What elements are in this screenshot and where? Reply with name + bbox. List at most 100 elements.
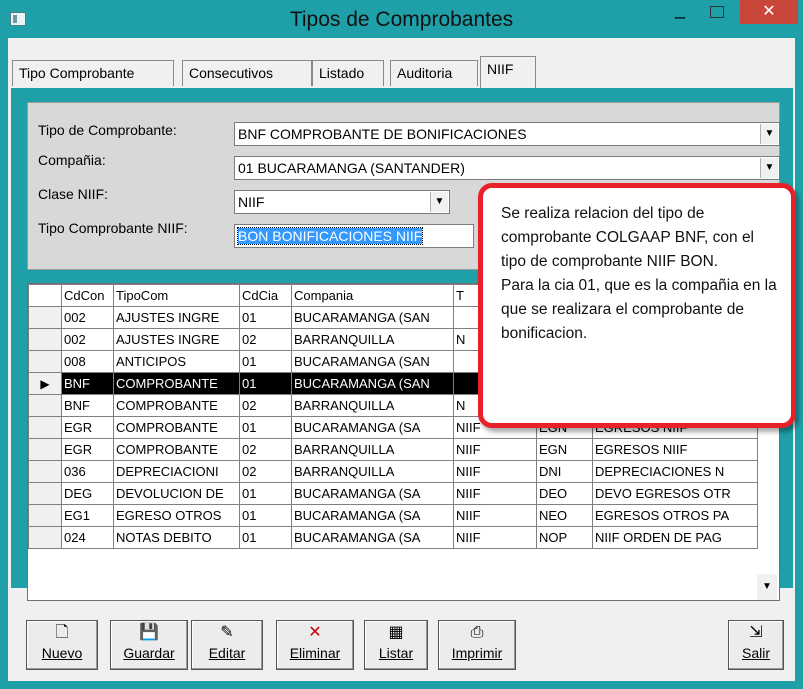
row-indicator[interactable] <box>28 504 62 527</box>
column-header[interactable]: CdCia <box>239 284 292 307</box>
table-cell[interactable]: 01 <box>239 526 292 549</box>
tab-niif[interactable]: NIIF <box>480 56 536 88</box>
table-cell[interactable]: 01 <box>239 416 292 439</box>
table-row[interactable]: DEG DEVOLUCION DE 01 BUCARAMANGA (SA NIIF DEO… <box>28 482 758 505</box>
table-cell[interactable]: COMPROBANTE <box>113 394 240 417</box>
table-cell[interactable]: BUCARAMANGA (SAN <box>291 372 454 395</box>
row-indicator[interactable]: ▶ <box>28 372 62 395</box>
table-cell[interactable]: 01 <box>239 372 292 395</box>
table-cell[interactable]: AJUSTES INGRE <box>113 328 240 351</box>
table-cell[interactable]: NIIF ORDEN DE PAG <box>592 526 758 549</box>
table-cell[interactable]: NIIF <box>453 504 537 527</box>
listar-button[interactable]: ▦ Listar <box>364 620 428 670</box>
tab-tipo-comprobante[interactable]: Tipo Comprobante <box>12 60 174 86</box>
table-cell[interactable]: EG1 <box>61 504 114 527</box>
tab-auditoria[interactable]: Auditoria <box>390 60 478 86</box>
table-cell[interactable]: EGRESOS OTROS PA <box>592 504 758 527</box>
table-cell[interactable]: BUCARAMANGA (SAN <box>291 350 454 373</box>
table-cell[interactable]: 02 <box>239 394 292 417</box>
eliminar-button[interactable]: ✕ Eliminar <box>276 620 354 670</box>
compania-select[interactable]: 01 BUCARAMANGA (SANTANDER) ▼ <box>234 156 780 180</box>
guardar-button[interactable]: 💾 Guardar <box>110 620 188 670</box>
row-indicator[interactable] <box>28 328 62 351</box>
row-indicator[interactable] <box>28 394 62 417</box>
chevron-down-icon[interactable]: ▼ <box>760 158 778 178</box>
table-cell[interactable]: AJUSTES INGRE <box>113 306 240 329</box>
table-cell[interactable]: NEO <box>536 504 593 527</box>
table-cell[interactable]: COMPROBANTE <box>113 416 240 439</box>
table-cell[interactable]: COMPROBANTE <box>113 372 240 395</box>
column-header[interactable]: Compania <box>291 284 454 307</box>
tipo-comprobante-niif-select[interactable]: BON BONIFICACIONES NIIF <box>234 224 474 248</box>
table-cell[interactable]: BARRANQUILLA <box>291 328 454 351</box>
table-cell[interactable]: BUCARAMANGA (SA <box>291 526 454 549</box>
chevron-down-icon[interactable]: ▼ <box>430 192 448 212</box>
table-cell[interactable]: BUCARAMANGA (SA <box>291 416 454 439</box>
table-cell[interactable]: 036 <box>61 460 114 483</box>
row-indicator[interactable] <box>28 526 62 549</box>
table-cell[interactable]: DEVOLUCION DE <box>113 482 240 505</box>
table-cell[interactable]: BUCARAMANGA (SAN <box>291 306 454 329</box>
table-cell[interactable]: 01 <box>239 306 292 329</box>
editar-button[interactable]: ✎ Editar <box>191 620 263 670</box>
row-indicator[interactable] <box>28 416 62 439</box>
table-cell[interactable]: BARRANQUILLA <box>291 438 454 461</box>
table-cell[interactable]: 01 <box>239 350 292 373</box>
table-cell[interactable]: DEPRECIACIONI <box>113 460 240 483</box>
table-row[interactable]: EGR COMPROBANTE 02 BARRANQUILLA NIIF EGN EGRES… <box>28 438 758 461</box>
chevron-down-icon[interactable]: ▼ <box>760 124 778 144</box>
table-cell[interactable]: EGRESOS NIIF <box>592 438 758 461</box>
table-cell[interactable]: BUCARAMANGA (SA <box>291 482 454 505</box>
table-cell[interactable]: COMPROBANTE <box>113 438 240 461</box>
nuevo-button[interactable]: 🗋 Nuevo <box>26 620 98 670</box>
tab-listado[interactable]: Listado <box>312 60 384 86</box>
table-cell[interactable]: BNF <box>61 372 114 395</box>
table-cell[interactable]: 024 <box>61 526 114 549</box>
close-button[interactable]: ✕ <box>740 0 798 24</box>
table-cell[interactable]: NIIF <box>453 438 537 461</box>
table-cell[interactable]: BUCARAMANGA (SA <box>291 504 454 527</box>
table-cell[interactable]: NIIF <box>453 526 537 549</box>
row-indicator[interactable] <box>28 438 62 461</box>
clase-niif-select[interactable]: NIIF ▼ <box>234 190 450 214</box>
table-cell[interactable]: BARRANQUILLA <box>291 394 454 417</box>
scroll-down-arrow[interactable]: ▼ <box>757 574 777 600</box>
table-cell[interactable]: ANTICIPOS <box>113 350 240 373</box>
row-indicator[interactable] <box>28 482 62 505</box>
table-cell[interactable]: BARRANQUILLA <box>291 460 454 483</box>
minimize-button[interactable]: _ <box>666 0 694 24</box>
table-cell[interactable]: DEO <box>536 482 593 505</box>
table-cell[interactable]: BNF <box>61 394 114 417</box>
table-cell[interactable]: EGR <box>61 416 114 439</box>
imprimir-button[interactable]: ⎙ Imprimir <box>438 620 516 670</box>
table-cell[interactable]: NOTAS DEBITO <box>113 526 240 549</box>
table-cell[interactable]: NIIF <box>453 482 537 505</box>
table-cell[interactable]: 008 <box>61 350 114 373</box>
table-cell[interactable]: NIIF <box>453 460 537 483</box>
row-indicator[interactable] <box>28 350 62 373</box>
table-cell[interactable]: 002 <box>61 306 114 329</box>
table-cell[interactable]: 01 <box>239 482 292 505</box>
salir-button[interactable]: ⇲ Salir <box>728 620 784 670</box>
table-row[interactable]: EG1 EGRESO OTROS 01 BUCARAMANGA (SA NIIF NEO E… <box>28 504 758 527</box>
tab-consecutivos[interactable]: Consecutivos <box>182 60 312 86</box>
table-cell[interactable]: NOP <box>536 526 593 549</box>
maximize-button[interactable] <box>702 2 730 24</box>
column-header[interactable]: TipoCom <box>113 284 240 307</box>
table-cell[interactable]: 01 <box>239 504 292 527</box>
table-cell[interactable]: DNI <box>536 460 593 483</box>
table-cell[interactable]: EGN <box>536 438 593 461</box>
table-cell[interactable]: 02 <box>239 438 292 461</box>
row-indicator[interactable] <box>28 306 62 329</box>
table-cell[interactable]: DEPRECIACIONES N <box>592 460 758 483</box>
table-row[interactable]: 024 NOTAS DEBITO 01 BUCARAMANGA (SA NIIF NOP N… <box>28 526 758 549</box>
table-cell[interactable]: DEVO EGRESOS OTR <box>592 482 758 505</box>
table-cell[interactable]: EGR <box>61 438 114 461</box>
table-row[interactable]: 036 DEPRECIACIONI 02 BARRANQUILLA NIIF DNI DEP… <box>28 460 758 483</box>
table-cell[interactable]: DEG <box>61 482 114 505</box>
tipo-comprobante-select[interactable]: BNF COMPROBANTE DE BONIFICACIONES ▼ <box>234 122 780 146</box>
table-cell[interactable]: 02 <box>239 460 292 483</box>
table-cell[interactable]: 002 <box>61 328 114 351</box>
row-indicator[interactable] <box>28 460 62 483</box>
table-cell[interactable]: 02 <box>239 328 292 351</box>
